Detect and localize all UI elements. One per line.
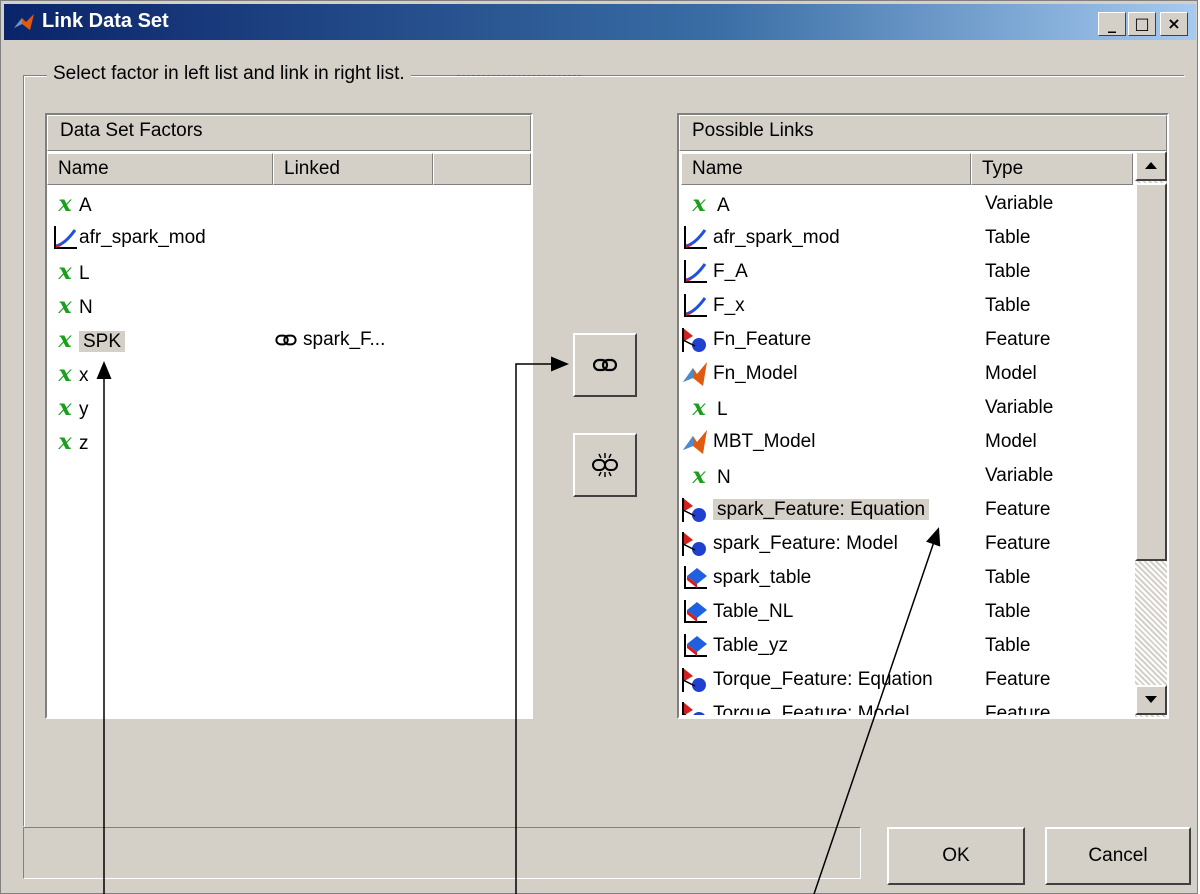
annotation-arrows (96, 356, 941, 894)
arrow-to-spark-feature (813, 527, 941, 894)
arrow-to-link-button (515, 356, 569, 894)
